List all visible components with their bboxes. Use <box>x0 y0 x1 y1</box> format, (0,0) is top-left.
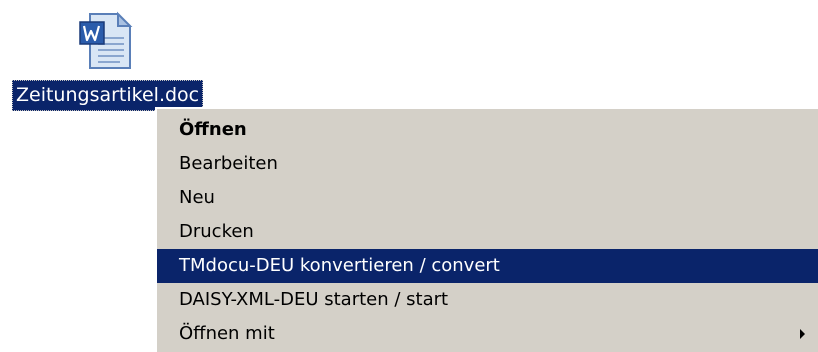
menu-item-daisy-xml-start[interactable]: DAISY-XML-DEU starten / start <box>157 283 818 317</box>
word-document-icon <box>79 11 133 69</box>
menu-item-open-with[interactable]: Öffnen mit <box>157 317 818 351</box>
menu-item-open[interactable]: Öffnen <box>157 113 818 147</box>
menu-item-open-with-label: Öffnen mit <box>179 323 275 344</box>
menu-item-tmdocu-convert[interactable]: TMdocu-DEU konvertieren / convert <box>157 249 818 283</box>
context-menu-list: Öffnen Bearbeiten Neu Drucken TMdocu-DEU… <box>157 109 818 351</box>
menu-item-print[interactable]: Drucken <box>157 215 818 249</box>
menu-item-edit[interactable]: Bearbeiten <box>157 147 818 181</box>
chevron-right-icon <box>800 329 805 339</box>
desktop-file-icon[interactable]: Zeitungsartikel.doc <box>8 4 208 114</box>
menu-item-new[interactable]: Neu <box>157 181 818 215</box>
context-menu: Öffnen Bearbeiten Neu Drucken TMdocu-DEU… <box>155 107 818 352</box>
